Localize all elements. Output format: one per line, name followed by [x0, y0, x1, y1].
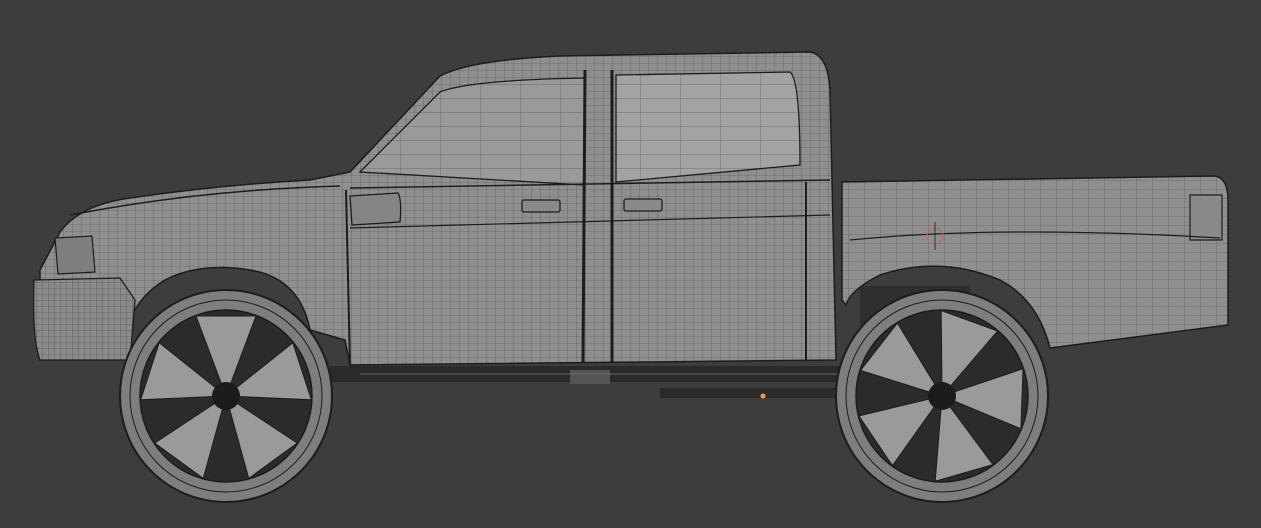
front-wheel	[119, 289, 333, 503]
truck-wireframe-model[interactable]	[0, 0, 1261, 528]
rear-wheel	[835, 289, 1049, 503]
light-point-icon[interactable]	[760, 393, 766, 399]
3d-viewport[interactable]	[0, 0, 1261, 528]
